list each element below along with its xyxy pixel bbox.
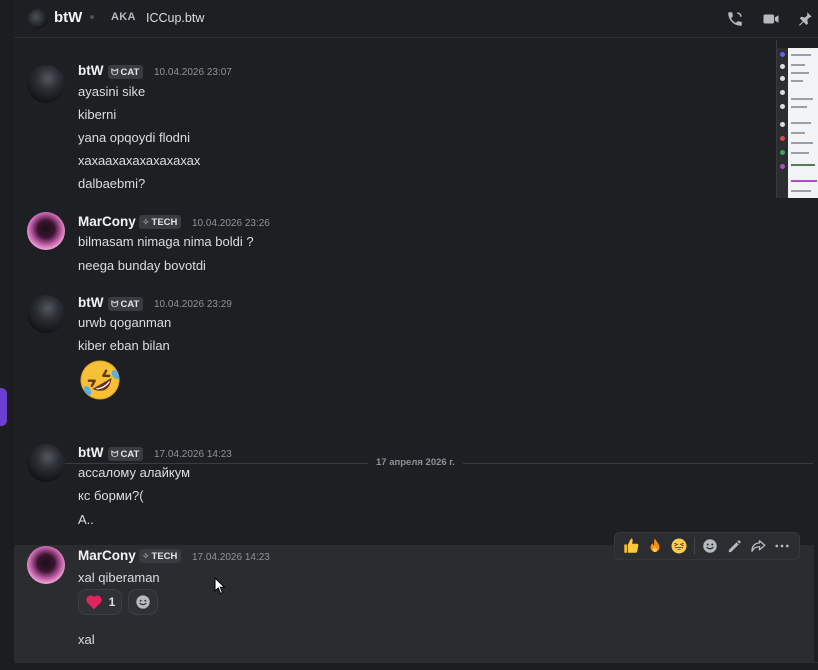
message-group[interactable]: MarCony ✧ TECH 10.04.2026 23:26 bilmasam… (14, 212, 814, 282)
message-text: urwb qoganman (78, 315, 172, 330)
red-heart-icon (86, 595, 102, 610)
avatar[interactable] (27, 65, 65, 103)
call-icon[interactable] (724, 8, 746, 30)
message-text: ассалому алайкум (78, 465, 191, 480)
timestamp[interactable]: 10.04.2026 23:07 (154, 67, 232, 78)
toolbar-separator (694, 537, 695, 555)
avatar[interactable] (27, 546, 65, 584)
timestamp[interactable]: 10.04.2026 23:29 (154, 299, 232, 310)
edit-icon (728, 539, 741, 552)
add-reaction-icon (136, 595, 150, 609)
video-icon[interactable] (760, 8, 782, 30)
thumbs-up-reaction-button[interactable] (619, 534, 643, 558)
forward-icon (751, 540, 766, 552)
avatar[interactable] (27, 444, 65, 482)
message-group[interactable]: btW ᗢ CAT 10.04.2026 23:07 ayasini sike … (14, 61, 814, 201)
tech-icon: ✧ (142, 550, 150, 561)
message-text: кс борми?( (78, 488, 144, 503)
author-name[interactable]: MarCony (78, 548, 136, 563)
message-group[interactable]: MarCony ✧ TECH 17.04.2026 14:23 xal qibe… (14, 545, 814, 662)
author-name[interactable]: MarCony (78, 214, 136, 229)
thumbs-up-icon (624, 538, 639, 553)
message-text: ayasini sike (78, 84, 146, 99)
message-group[interactable]: btW ᗢ CAT 10.04.2026 23:29 urwb qoganman… (14, 293, 814, 403)
message-group[interactable]: btW ᗢ CAT 17.04.2026 14:23 ассалому алай… (14, 443, 814, 535)
message-text: xal qiberaman (78, 570, 160, 585)
avatar[interactable] (27, 295, 65, 333)
message-text: bilmasam nimaga nima boldi ? (78, 234, 254, 249)
timestamp[interactable]: 17.04.2026 14:23 (154, 449, 232, 460)
user-tag-badge: ᗢ CAT (108, 297, 144, 311)
message-text: neega bunday bovotdi (78, 258, 206, 273)
user-tag-badge: ᗢ CAT (108, 65, 144, 79)
reaction-heart[interactable]: 1 (78, 589, 122, 615)
message-text: А.. (78, 512, 94, 527)
author-name[interactable]: btW (78, 445, 103, 460)
edit-message-button[interactable] (722, 534, 746, 558)
grinning-squinting-face-icon (671, 538, 687, 554)
mouse-cursor-icon (214, 577, 226, 595)
rolling-on-floor-laughing-emoji[interactable] (78, 358, 122, 402)
more-icon (775, 544, 789, 548)
tag-label: CAT (120, 448, 140, 460)
user-tag-badge: ✧ TECH (139, 215, 182, 229)
message-text: dalbaebmi? (78, 176, 146, 191)
message-hover-toolbar (614, 532, 800, 560)
fire-reaction-button[interactable] (643, 534, 667, 558)
forward-message-button[interactable] (746, 534, 770, 558)
message-text: xal (78, 632, 95, 647)
message-composer-edge (14, 662, 818, 670)
header-avatar[interactable] (28, 9, 48, 29)
cat-icon: ᗢ (111, 298, 119, 309)
grinning-squinting-reaction-button[interactable] (667, 534, 691, 558)
tag-label: CAT (120, 66, 140, 78)
add-reaction-toolbar-button[interactable] (698, 534, 722, 558)
author-name[interactable]: btW (78, 63, 103, 78)
author-name[interactable]: btW (78, 295, 103, 310)
add-reaction-button[interactable] (128, 589, 158, 615)
fire-icon (650, 538, 660, 552)
aka-name: ICCup.btw (146, 11, 205, 25)
message-text: хахаахахахахахахах (78, 153, 201, 168)
message-text: kiber eban bilan (78, 338, 170, 353)
reaction-count: 1 (108, 595, 116, 609)
cat-icon: ᗢ (111, 66, 119, 77)
pin-icon[interactable] (794, 8, 816, 30)
add-reaction-icon (703, 539, 717, 553)
header-title[interactable]: btW (54, 9, 82, 26)
message-list: btW ᗢ CAT 10.04.2026 23:07 ayasini sike … (14, 39, 818, 670)
more-options-button[interactable] (770, 534, 794, 558)
left-edge-indicator[interactable] (0, 388, 7, 426)
timestamp[interactable]: 10.04.2026 23:26 (192, 218, 270, 229)
message-text: yana opqoydi flodni (78, 130, 191, 145)
aka-label: AKA (111, 11, 136, 23)
user-tag-badge: ✧ TECH (139, 549, 182, 563)
tag-label: TECH (151, 216, 178, 228)
user-tag-badge: ᗢ CAT (108, 447, 144, 461)
message-text: kiberni (78, 107, 117, 122)
avatar[interactable] (27, 212, 65, 250)
timestamp[interactable]: 17.04.2026 14:23 (192, 552, 270, 563)
tech-icon: ✧ (142, 216, 150, 227)
server-sidebar-edge (0, 0, 14, 670)
channel-header: btW AKA ICCup.btw (14, 0, 818, 38)
tag-label: CAT (120, 298, 140, 310)
tag-label: TECH (151, 550, 178, 562)
cat-icon: ᗢ (111, 448, 119, 459)
header-separator-dot (90, 15, 94, 19)
